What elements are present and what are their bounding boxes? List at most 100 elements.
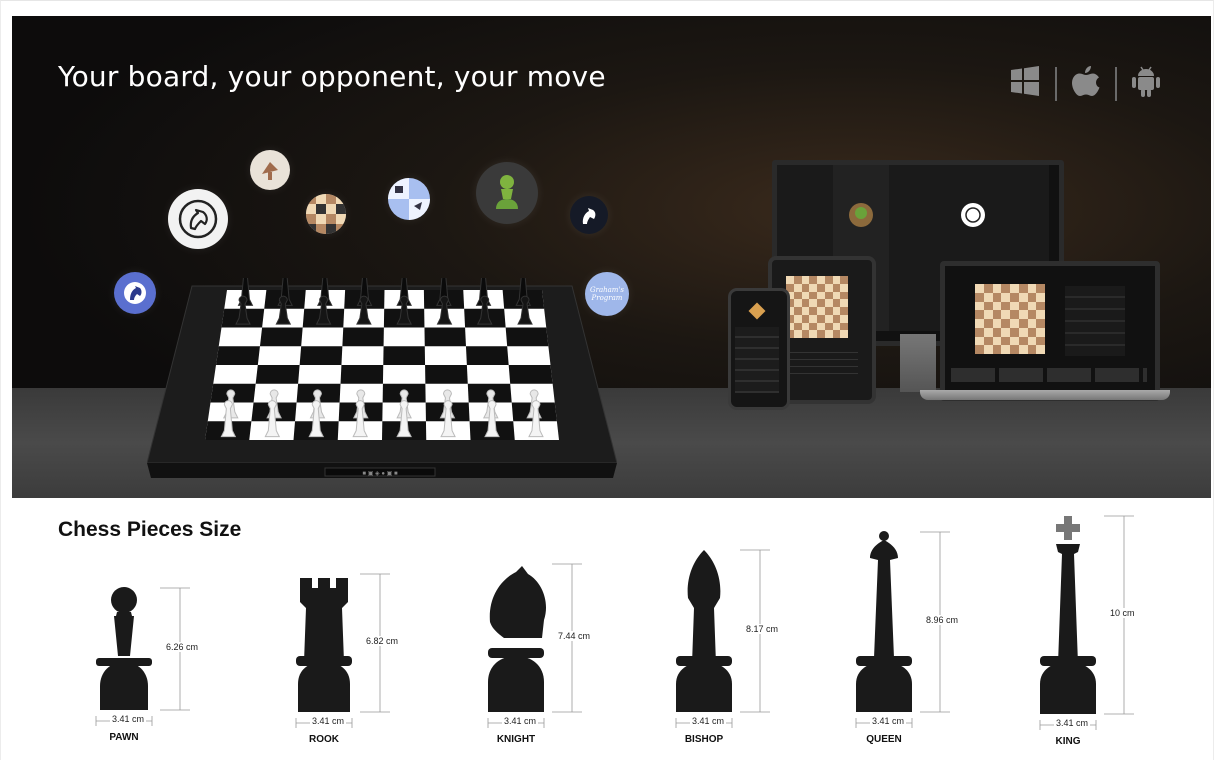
mini-square: [1010, 327, 1019, 337]
mini-square: [1010, 336, 1019, 346]
mini-square: [801, 299, 810, 307]
piece-rook: 6.82 cm 3.41 cm ROOK: [290, 572, 430, 760]
piece-name: ROOK: [309, 734, 339, 745]
mini-square: [801, 330, 810, 338]
mini-square: [975, 345, 984, 354]
board-square: [255, 365, 300, 384]
mini-square: [1018, 284, 1028, 293]
hero-banner: Your board, your opponent, your move Gra…: [12, 16, 1211, 498]
board-square: [508, 365, 553, 384]
piece-queen: 8.96 cm 3.41 cm QUEEN: [850, 530, 990, 760]
mini-square: [817, 314, 825, 323]
mini-square: [1018, 336, 1028, 346]
mini-square: [817, 291, 825, 300]
mini-square: [824, 299, 833, 307]
mini-square: [809, 307, 817, 315]
base-width-label: 3.41 cm: [502, 716, 539, 726]
mini-square: [983, 345, 993, 354]
mini-square: [817, 307, 825, 315]
laptop-chessboard: [975, 284, 1045, 354]
mini-square: [817, 276, 825, 284]
mini-square: [832, 299, 841, 307]
mini-square: [840, 299, 848, 307]
android-icon[interactable]: [1131, 64, 1161, 103]
mini-square: [801, 314, 810, 323]
mini-square: [1001, 310, 1010, 319]
mini-square: [840, 322, 848, 331]
piece-name: PAWN: [109, 732, 139, 743]
mini-square: [1001, 292, 1010, 302]
height-label: 8.96 cm: [924, 615, 961, 625]
mini-square: [832, 276, 841, 284]
mini-square: [840, 314, 848, 323]
board-square: [424, 327, 466, 347]
board-square: [216, 346, 260, 365]
mini-square: [1001, 327, 1010, 337]
mini-square: [1001, 336, 1010, 346]
mini-square: [1010, 310, 1019, 319]
rook-icon: [296, 578, 352, 712]
mini-square: [1036, 345, 1045, 354]
mini-square: [983, 319, 993, 328]
mini-square: [809, 299, 817, 307]
mini-square: [975, 301, 984, 311]
mini-square: [801, 307, 810, 315]
mini-square: [824, 314, 833, 323]
base-width-label: 3.41 cm: [870, 716, 907, 726]
board-square: [259, 327, 303, 347]
mini-square: [809, 322, 817, 331]
mini-square: [817, 299, 825, 307]
os-icons: [1009, 64, 1161, 103]
mini-square: [975, 327, 984, 337]
laptop-screen: [940, 261, 1160, 401]
mini-square: [975, 319, 984, 328]
svg-text:■ ▣ ◈ ● ▣ ■: ■ ▣ ◈ ● ▣ ■: [362, 471, 398, 477]
mini-square: [1010, 345, 1019, 354]
mini-square: [840, 307, 848, 315]
mini-square: [1018, 319, 1028, 328]
base-width-label: 3.41 cm: [310, 716, 347, 726]
board-square: [340, 365, 384, 384]
mini-square: [1018, 292, 1028, 302]
mini-square: [992, 301, 1002, 311]
mini-square: [1010, 292, 1019, 302]
mini-square: [1027, 345, 1037, 354]
windows-icon[interactable]: [1009, 65, 1041, 102]
piece-name: BISHOP: [684, 734, 724, 745]
mini-square: [840, 330, 848, 338]
hero-title: Your board, your opponent, your move: [58, 60, 606, 93]
pawn-icon: [476, 162, 538, 224]
mini-square: [992, 292, 1002, 302]
mini-square: [992, 319, 1002, 328]
apple-icon[interactable]: [1071, 64, 1101, 103]
height-label: 8.17 cm: [744, 624, 781, 634]
mini-square: [983, 336, 993, 346]
mini-square: [824, 330, 833, 338]
mini-square: [1001, 301, 1010, 311]
mini-square: [840, 283, 848, 292]
phone-logo: [748, 302, 766, 320]
mini-square: [1001, 319, 1010, 328]
mini-square: [793, 299, 802, 307]
tv-stand: [900, 334, 936, 392]
board-square: [383, 346, 426, 365]
mini-square: [817, 322, 825, 331]
mini-square: [793, 307, 802, 315]
height-label: 7.44 cm: [556, 631, 593, 641]
mini-square: [832, 307, 841, 315]
base-width-label: 3.41 cm: [1054, 718, 1091, 728]
mini-square: [840, 276, 848, 284]
base-width-label: 3.41 cm: [690, 716, 727, 726]
mini-square: [1036, 292, 1045, 302]
mini-square: [824, 322, 833, 331]
mini-square: [1001, 345, 1010, 354]
mini-square: [1010, 319, 1019, 328]
mini-square: [809, 314, 817, 323]
mini-square: [1001, 284, 1010, 293]
mini-square: [1010, 284, 1019, 293]
mini-square: [793, 314, 802, 323]
king-icon: [1040, 516, 1096, 714]
base-width-label: 3.41 cm: [110, 714, 147, 724]
mini-square: [983, 327, 993, 337]
piece-name: QUEEN: [866, 734, 902, 745]
